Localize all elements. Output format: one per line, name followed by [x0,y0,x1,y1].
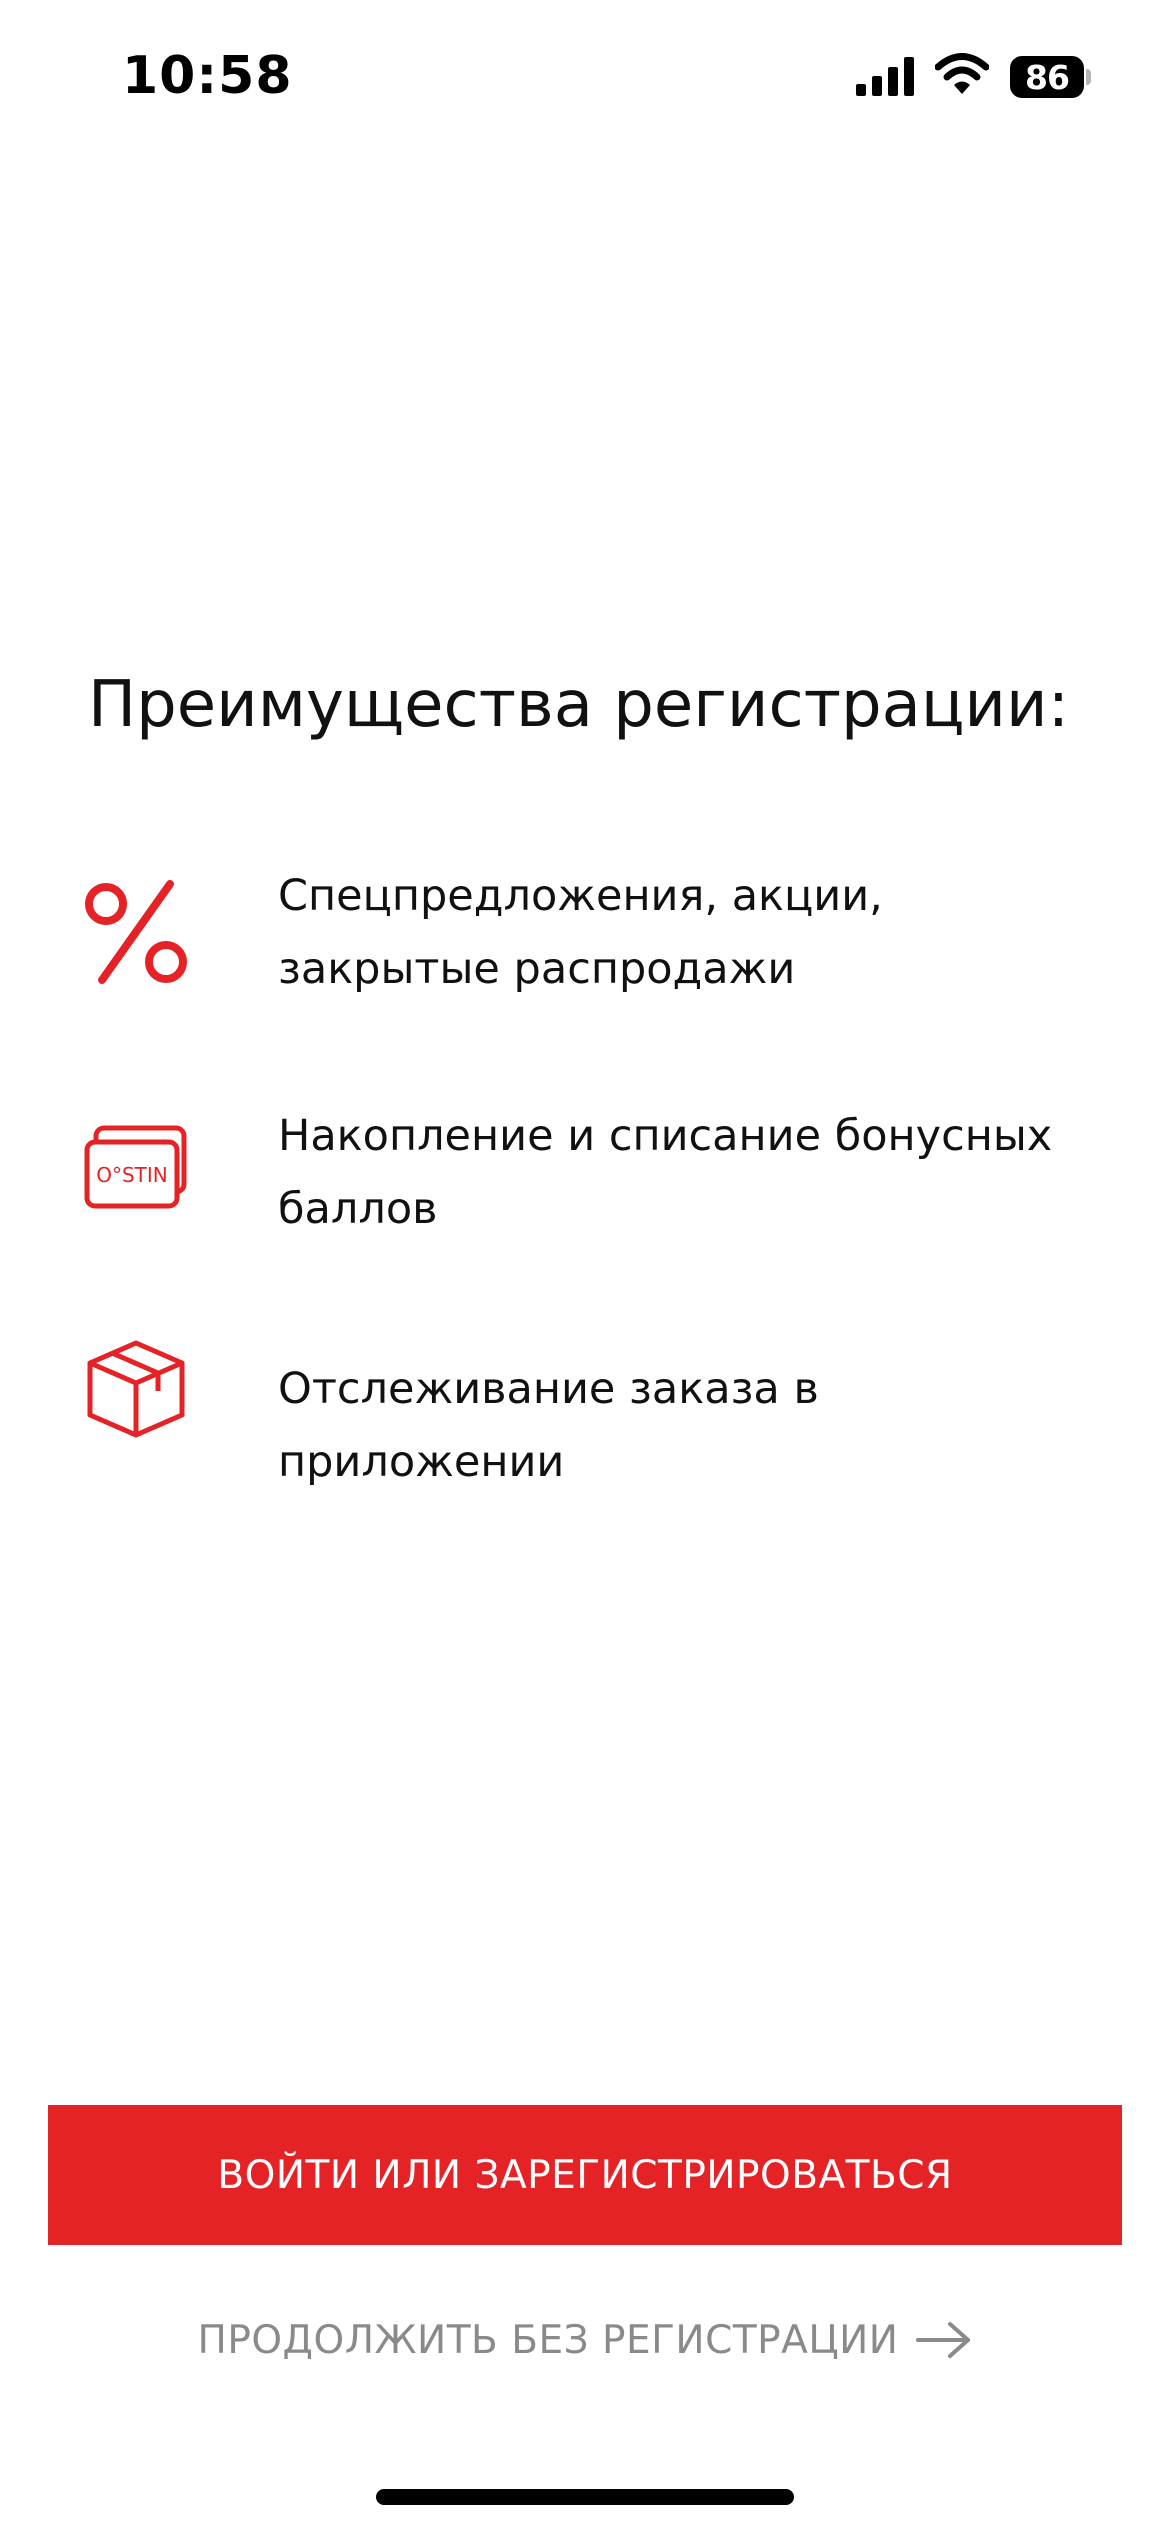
bonus-card-graphic: O°STIN [84,1125,187,1209]
login-or-register-label: ВОЙТИ ИЛИ ЗАРЕГИСТРИРОВАТЬСЯ [217,2152,953,2198]
cellular-signal-icon [856,57,914,96]
login-or-register-button[interactable]: ВОЙТИ ИЛИ ЗАРЕГИСТРИРОВАТЬСЯ [48,2105,1122,2245]
battery-icon: 86 [1010,56,1092,98]
continue-without-registration-label: ПРОДОЛЖИТЬ БЕЗ РЕГИСТРАЦИИ [197,2317,899,2363]
page-title: Преимущества регистрации: [88,668,1070,742]
benefit-text-bonuses: Накопление и списание бонусных баллов [278,1111,1053,1234]
continue-without-registration-button[interactable]: ПРОДОЛЖИТЬ БЕЗ РЕГИСТРАЦИИ [0,2300,1170,2380]
benefit-text-tracking: Отслеживание заказа в приложении [278,1364,819,1487]
percent-icon [84,880,188,984]
battery-level: 86 [1010,56,1084,98]
wifi-icon [935,53,989,94]
battery-tip [1086,69,1091,85]
box-icon [84,1335,188,1439]
benefit-text-offers: Спецпредложения, акции, закрытые распрод… [278,871,883,994]
status-time: 10:58 [122,46,293,106]
bonus-card-label: O°STIN [96,1163,168,1187]
arrow-right-icon [916,2322,971,2358]
bonus-card-icon: O°STIN [84,1124,188,1228]
home-indicator[interactable] [376,2489,794,2505]
box-graphic [87,1340,185,1438]
percent-icon-graphic [85,880,187,984]
status-bar: 10:58 86 [0,0,1170,150]
